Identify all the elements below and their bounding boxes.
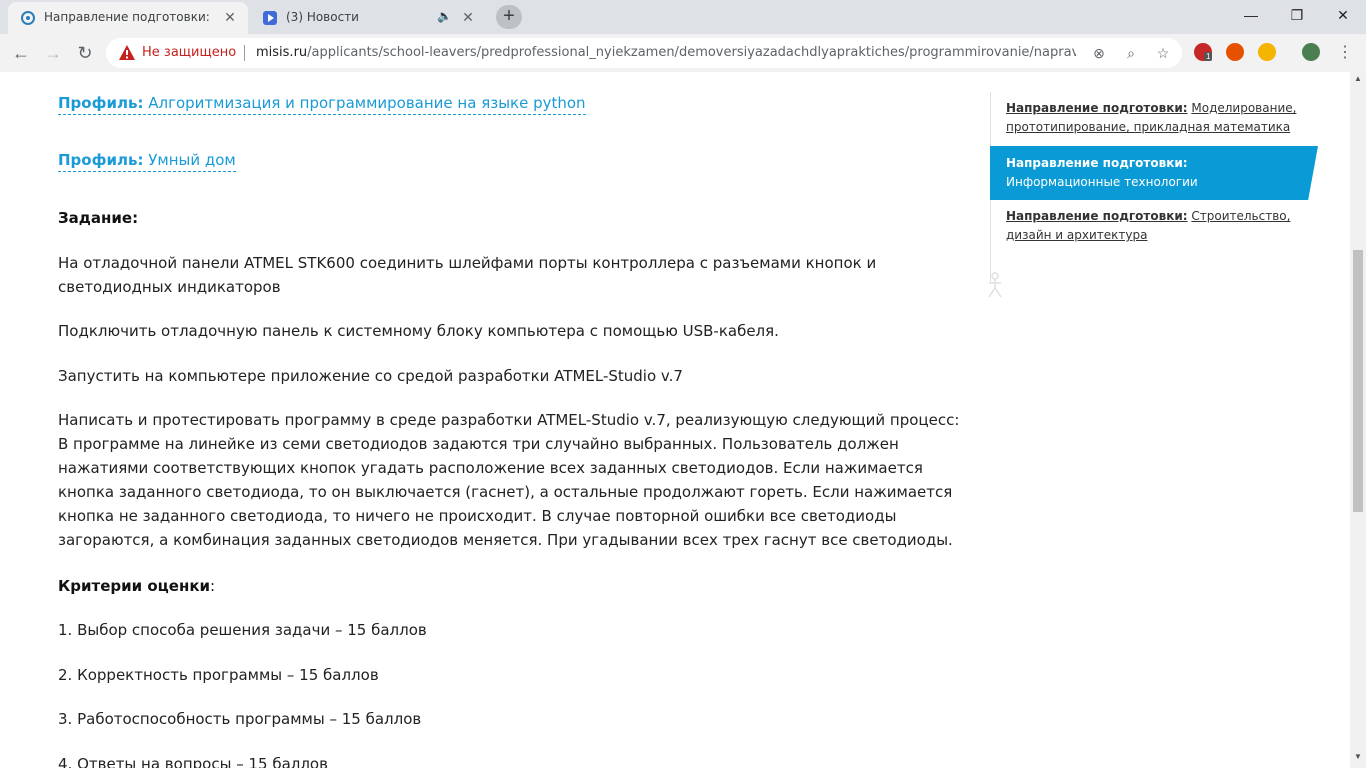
tab-strip: Направление подготовки: Инф ✕ (3) Новост…	[0, 0, 1366, 34]
task-paragraph: В программе на линейке из семи светодиод…	[58, 435, 953, 549]
minimize-button[interactable]: —	[1228, 0, 1274, 30]
new-tab-button[interactable]: +	[496, 5, 522, 29]
tab-title: (3) Новости	[286, 10, 359, 24]
task-paragraph: Подключить отладочную панель к системном…	[58, 322, 779, 340]
tab-title: Направление подготовки: Инф	[44, 10, 214, 24]
profile-avatar[interactable]	[1302, 43, 1320, 61]
criteria-item: 4. Ответы на вопросы – 15 баллов	[58, 755, 328, 768]
sidebar-item-it[interactable]: Направление подготовки: Информационные т…	[990, 146, 1318, 200]
tab-close-icon[interactable]: ✕	[460, 9, 476, 25]
profile-label: Профиль:	[58, 94, 144, 112]
criteria-item: 1. Выбор способа решения задачи – 15 бал…	[58, 621, 427, 639]
profile-link[interactable]: Профиль: Умный дом	[58, 151, 236, 172]
security-label[interactable]: Не защищено	[142, 45, 236, 60]
sidebar-item-value: Информационные технологии	[1006, 175, 1198, 189]
task-paragraph: На отладочной панели ATMEL STK600 соедин…	[58, 254, 877, 296]
page-scrollbar[interactable]: ▲ ▼	[1350, 72, 1366, 768]
task-paragraph: Запустить на компьютере приложение со ср…	[58, 367, 683, 385]
maximize-button[interactable]: ❐	[1274, 0, 1320, 30]
criteria-heading-text: Критерии оценки	[58, 577, 211, 595]
menu-kebab-icon[interactable]: ⋮	[1334, 42, 1356, 64]
criteria-colon: :	[210, 577, 216, 595]
forward-button[interactable]: →	[42, 42, 64, 64]
extension-icon[interactable]	[1226, 43, 1244, 61]
criteria-item: 2. Корректность программы – 15 баллов	[58, 666, 379, 684]
profile-label: Профиль:	[58, 151, 144, 169]
adblock-extension-icon[interactable]: 1	[1194, 43, 1213, 61]
sidebar-item-label: Направление подготовки:	[1006, 209, 1188, 223]
tab-inactive[interactable]: (3) Новости 🔈 ✕	[250, 2, 486, 34]
task-paragraph: Написать и протестировать программу в ср…	[58, 411, 960, 429]
sidebar-item-modeling[interactable]: Направление подготовки: Моделирование, п…	[990, 91, 1318, 145]
url-text[interactable]: misis.ru/applicants/school-leavers/predp…	[256, 45, 1076, 60]
walking-figure-icon	[988, 272, 1002, 298]
url-host: misis.ru	[256, 45, 308, 60]
scroll-down-arrow-icon[interactable]: ▼	[1350, 752, 1366, 766]
sidebar-item-label: Направление подготовки:	[1006, 156, 1188, 170]
zoom-icon[interactable]: ⌕	[1122, 44, 1140, 62]
profile-value: Алгоритмизация и программирование на язы…	[148, 94, 586, 112]
video-favicon-icon	[263, 11, 277, 25]
extension-icon[interactable]	[1258, 43, 1276, 61]
scroll-up-arrow-icon[interactable]: ▲	[1350, 74, 1366, 88]
close-window-button[interactable]: ✕	[1320, 0, 1366, 30]
criteria-item: 3. Работоспособность программы – 15 балл…	[58, 710, 422, 728]
criteria-heading: Критерии оценки:	[58, 577, 215, 595]
browser-toolbar: ← → ↻ Не защищено misis.ru/applicants/sc…	[0, 34, 1366, 73]
address-bar[interactable]: Не защищено misis.ru/applicants/school-l…	[106, 38, 1182, 68]
tab-close-icon[interactable]: ✕	[222, 9, 238, 25]
translate-icon[interactable]: ⊗	[1090, 44, 1108, 62]
back-button[interactable]: ←	[10, 42, 32, 64]
misis-favicon-icon	[21, 11, 35, 25]
url-divider	[244, 45, 245, 61]
speaker-icon[interactable]: 🔈	[437, 9, 452, 23]
tab-active[interactable]: Направление подготовки: Инф ✕	[8, 2, 248, 34]
sidebar-item-label: Направление подготовки:	[1006, 101, 1188, 115]
scroll-thumb[interactable]	[1353, 250, 1363, 512]
reload-button[interactable]: ↻	[74, 42, 96, 64]
sidebar-item-construction[interactable]: Направление подготовки: Строительство, д…	[990, 199, 1318, 253]
url-path: /applicants/school-leavers/predprofessio…	[307, 45, 1076, 60]
task-heading: Задание:	[58, 209, 139, 227]
profile-link[interactable]: Профиль: Алгоритмизация и программирован…	[58, 94, 586, 115]
profile-value: Умный дом	[148, 151, 236, 169]
extension-badge: 1	[1204, 52, 1213, 61]
bookmark-star-icon[interactable]: ☆	[1154, 44, 1172, 62]
warning-icon	[119, 45, 135, 60]
page-content: Профиль: Алгоритмизация и программирован…	[0, 72, 1350, 768]
